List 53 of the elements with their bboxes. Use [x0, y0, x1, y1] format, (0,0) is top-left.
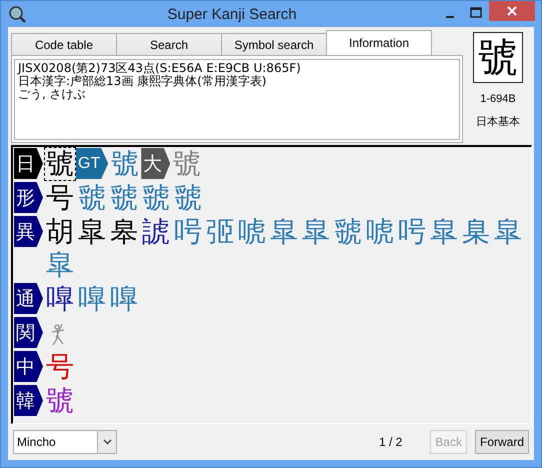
set-label: 日本基本 — [476, 114, 520, 129]
tab[interactable]: Information — [326, 30, 432, 55]
kanji-variant[interactable]: 呺 — [172, 214, 204, 248]
kanji-variant[interactable]: 皐 — [492, 214, 524, 248]
tab[interactable]: Search — [116, 33, 222, 55]
category-badge: 形 — [14, 182, 43, 213]
window-title: Super Kanji Search — [166, 6, 298, 22]
code-label: 1-694B — [480, 93, 516, 105]
kanji-variant[interactable]: 皐 — [428, 214, 460, 248]
kanji-variant[interactable]: 唬 — [364, 214, 396, 248]
font-dropdown[interactable]: Mincho — [13, 430, 117, 454]
chevron-down-icon — [102, 439, 112, 445]
kanji-variant[interactable]: 号 — [44, 350, 76, 384]
category-badge: 日 — [14, 148, 43, 179]
kanji-variant[interactable]: 號 — [44, 384, 76, 418]
page-indicator: 1 / 2 — [378, 435, 402, 449]
category-badge: 通 — [14, 283, 43, 314]
category-badge: GT — [76, 148, 108, 179]
close-icon — [506, 5, 518, 17]
kanji-variant[interactable]: 皐 — [44, 248, 76, 282]
kanji-preview: 號 — [473, 32, 523, 83]
kanji-variant[interactable]: 皐 — [76, 214, 108, 248]
kanji-variant[interactable]: 號 — [109, 146, 142, 180]
kanji-variant[interactable]: 嘷 — [76, 282, 108, 316]
kanji-variant[interactable]: 虢 — [172, 180, 204, 214]
kanji-variant[interactable]: 呺 — [396, 214, 428, 248]
info-text: JISX0208(第2)73区43点(S:E56A E:E9CB U:865F) 日本漢字:虍部総13画 康熙字典体(常用漢字表) ごう, さけぶ — [14, 59, 460, 140]
kanji-variant[interactable]: 唬 — [236, 214, 268, 248]
tab[interactable]: Symbol search — [221, 33, 327, 55]
kanji-variant[interactable]: 嘷 — [108, 282, 140, 316]
category-badge: 韓 — [14, 385, 43, 416]
kanji-variant[interactable]: 虢 — [76, 180, 108, 214]
kanji-variant[interactable]: 皐 — [268, 214, 300, 248]
kanji-variant[interactable]: 皋 — [108, 214, 140, 248]
kanji-variant[interactable]: 皐 — [300, 214, 332, 248]
category-badge: 中 — [14, 351, 43, 382]
category-badge: 大 — [141, 148, 170, 179]
kanji-variant[interactable]: 虢 — [140, 180, 172, 214]
kanji-variant[interactable]: 臬 — [460, 214, 492, 248]
magnifier-icon — [7, 4, 27, 24]
category-badge: 関 — [14, 317, 43, 348]
category-badge: 異 — [14, 216, 43, 247]
kanji-variant[interactable]: 號 — [171, 146, 204, 180]
kanji-variant[interactable]: 諕 — [140, 214, 172, 248]
kanji-variant[interactable]: 虢 — [332, 214, 364, 248]
kanji-variant[interactable]: 胡 — [44, 214, 76, 248]
kanji-variant[interactable]: 嘷 — [44, 282, 76, 316]
kanji-variant[interactable]: 弬 — [204, 214, 236, 248]
kanji-variant[interactable]: 号 — [44, 180, 76, 214]
tab[interactable]: Code table — [11, 33, 117, 55]
kanji-variant[interactable]: 虢 — [108, 180, 140, 214]
close-button[interactable] — [489, 1, 535, 21]
forward-button[interactable]: Forward — [474, 430, 529, 454]
